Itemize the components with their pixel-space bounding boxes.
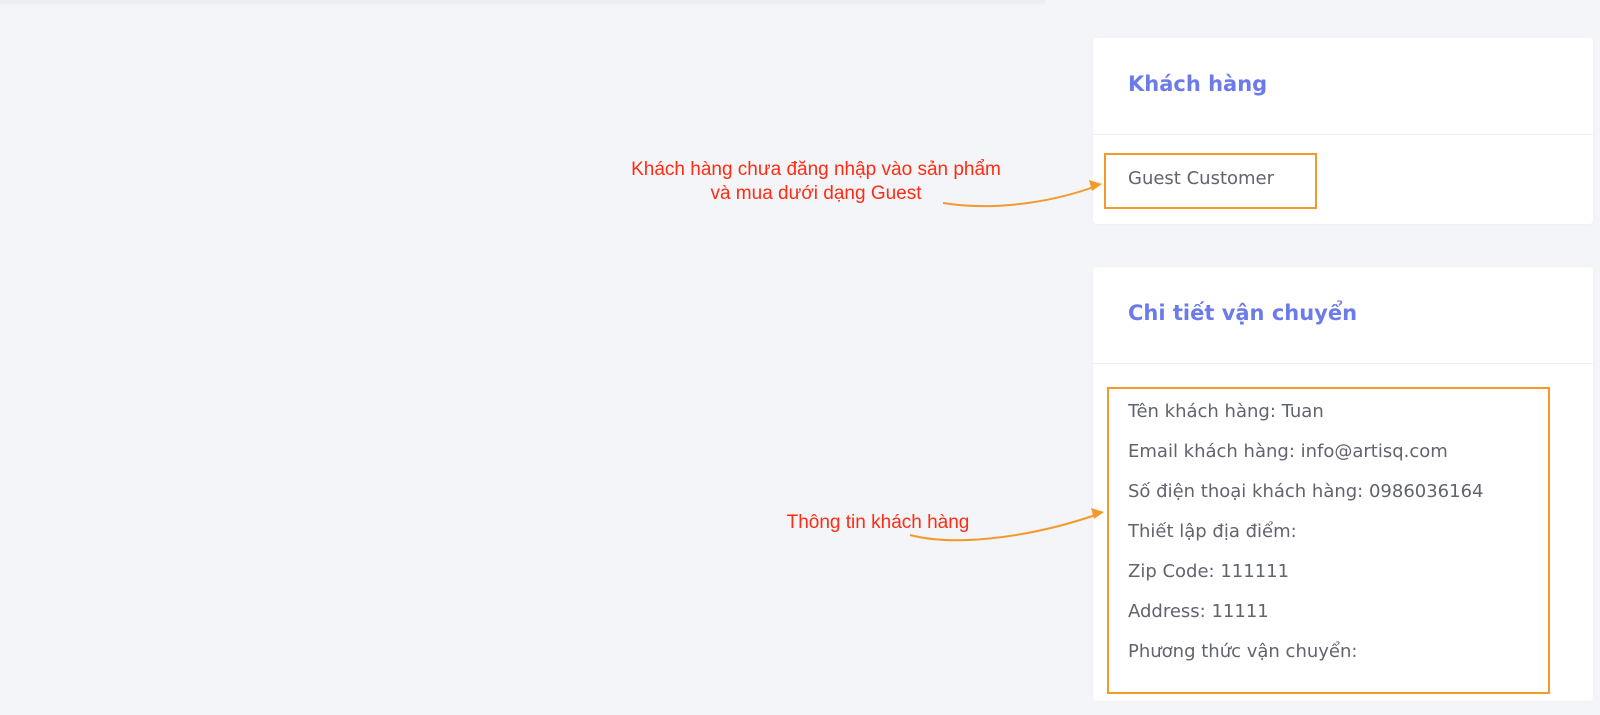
guest-arrow	[942, 184, 1100, 208]
info-arrowhead	[1091, 508, 1104, 519]
info-arrow	[909, 512, 1102, 542]
guest-arrowhead	[1089, 180, 1102, 191]
annotation-arrows	[909, 180, 1104, 542]
